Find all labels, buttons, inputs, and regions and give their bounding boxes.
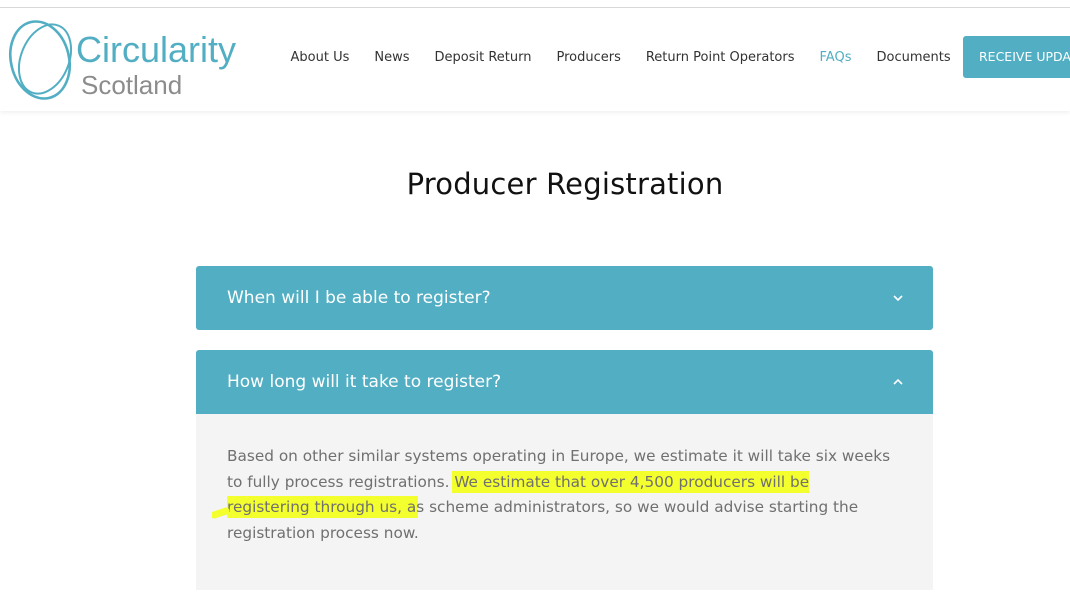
faq-item: How long will it take to register? Based… (196, 350, 933, 590)
chevron-down-icon (893, 295, 903, 302)
nav-about-us[interactable]: About Us (278, 50, 362, 65)
nav-deposit-return[interactable]: Deposit Return (422, 50, 544, 65)
logo-wordmark-secondary: Scotland (81, 70, 183, 100)
page-title: Producer Registration (406, 167, 724, 201)
nav-news[interactable]: News (362, 50, 422, 65)
nav-documents[interactable]: Documents (864, 50, 963, 65)
logo-ring-icon (9, 20, 73, 100)
highlighter-mark (212, 507, 230, 519)
faq-answer-text: Based on other similar systems operating… (227, 444, 893, 546)
site-header: Circularity Scotland About Us News Depos… (0, 8, 1070, 111)
faq-toggle-register-duration[interactable]: How long will it take to register? (196, 350, 933, 414)
nav-faqs[interactable]: FAQs (807, 50, 864, 65)
main-navigation: About Us News Deposit Return Producers R… (278, 45, 963, 69)
nav-return-point-operators[interactable]: Return Point Operators (633, 50, 807, 65)
page: Circularity Scotland About Us News Depos… (0, 0, 1070, 605)
faq-answer-panel: Based on other similar systems operating… (196, 414, 933, 590)
logo-wordmark-primary: Circularity (76, 29, 237, 70)
chevron-up-icon (893, 378, 903, 385)
faq-question: When will I be able to register? (227, 288, 491, 308)
nav-producers[interactable]: Producers (544, 50, 633, 65)
site-logo[interactable]: Circularity Scotland (8, 18, 253, 102)
faq-toggle-register-when[interactable]: When will I be able to register? (196, 266, 933, 330)
receive-updates-button[interactable]: RECEIVE UPDATES (963, 36, 1070, 78)
faq-item: When will I be able to register? (196, 266, 933, 330)
faq-question: How long will it take to register? (227, 372, 502, 392)
